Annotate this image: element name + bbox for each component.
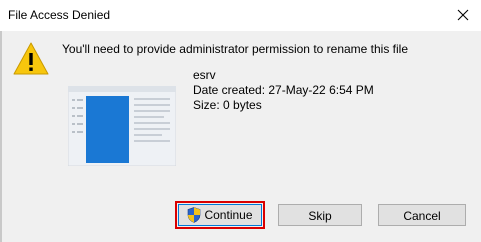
continue-button[interactable]: Continue (175, 201, 265, 229)
cancel-button[interactable]: Cancel (378, 204, 466, 226)
file-date-created: Date created: 27-May-22 6:54 PM (193, 83, 374, 97)
title-bar: File Access Denied (0, 0, 481, 31)
skip-button[interactable]: Skip (278, 204, 362, 226)
window-edge (0, 31, 2, 242)
file-name: esrv (193, 68, 216, 82)
uac-shield-icon (188, 207, 201, 223)
continue-label: Continue (204, 208, 253, 222)
file-size: Size: 0 bytes (193, 98, 262, 112)
close-button[interactable] (451, 4, 475, 26)
permission-message: You'll need to provide administrator per… (62, 42, 409, 56)
window-title: File Access Denied (8, 8, 111, 22)
warning-icon (13, 42, 49, 75)
file-details: esrv Date created: 27-May-22 6:54 PM Siz… (193, 68, 374, 113)
close-icon (457, 9, 469, 21)
file-thumbnail-icon (68, 86, 176, 166)
